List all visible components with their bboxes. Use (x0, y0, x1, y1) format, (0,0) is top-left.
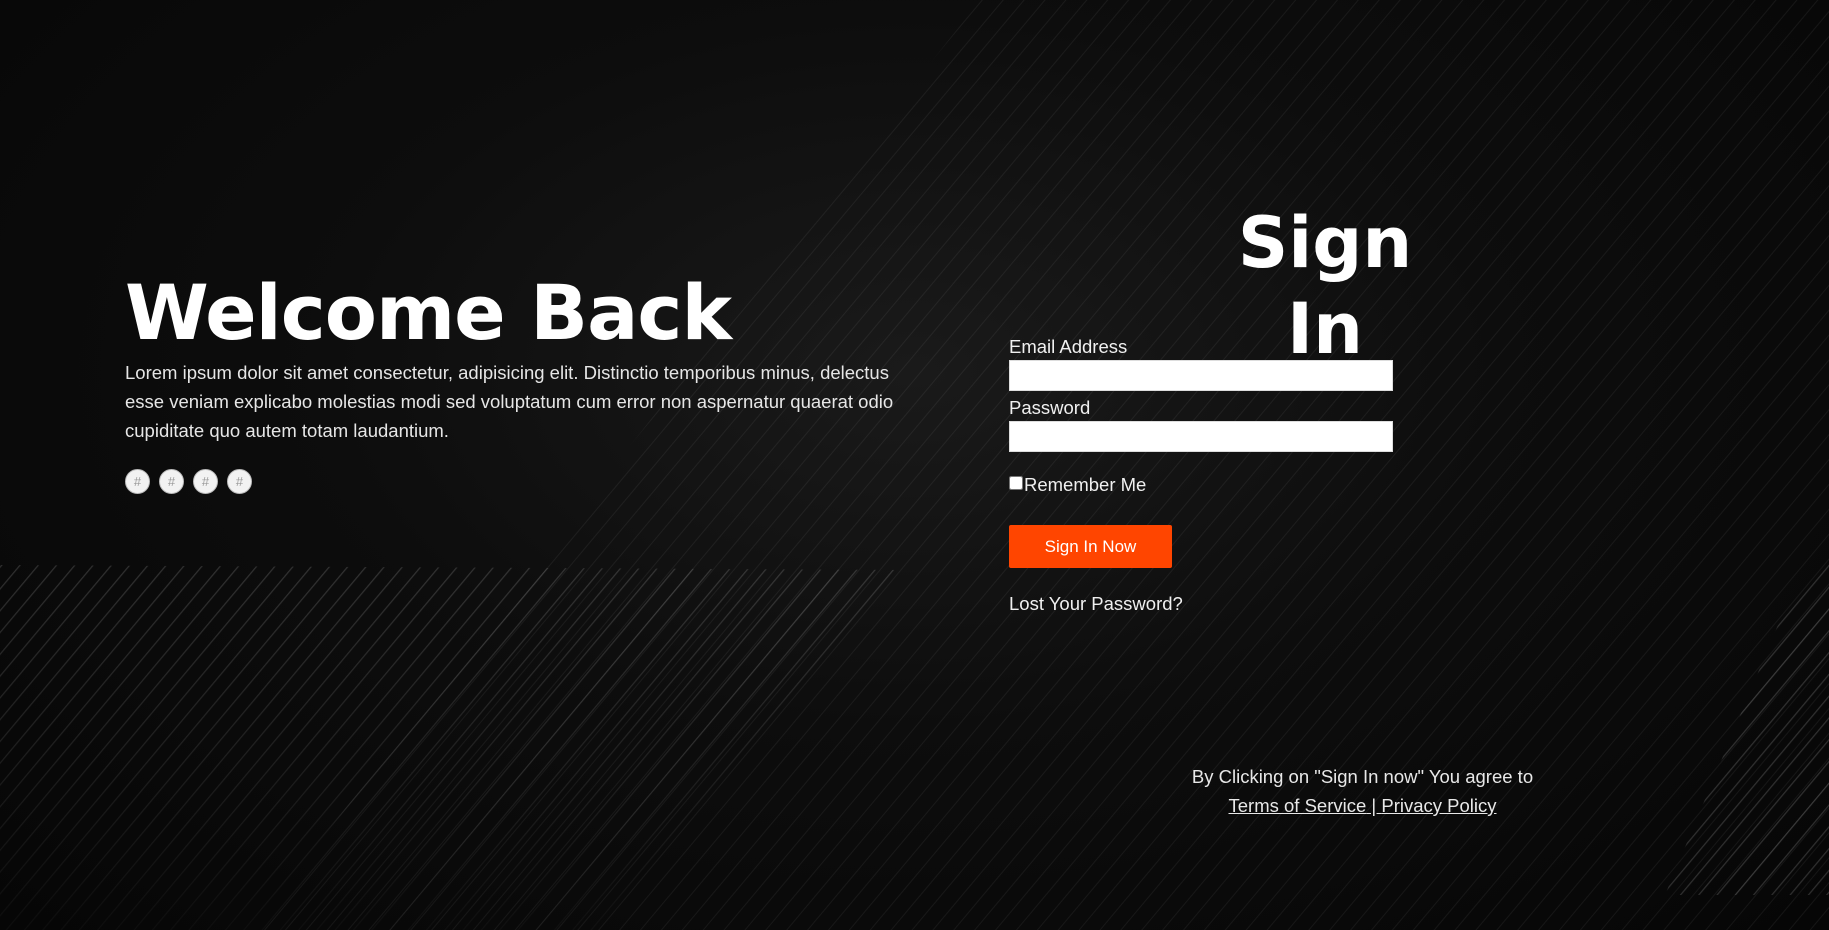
social-link-icon[interactable]: # (125, 469, 150, 494)
welcome-section: Welcome Back Lorem ipsum dolor sit amet … (125, 268, 905, 445)
legal-links: Terms of Service | Privacy Policy (1150, 791, 1575, 820)
lost-password-link[interactable]: Lost Your Password? (1009, 593, 1409, 615)
legal-text: By Clicking on "Sign In now" You agree t… (1191, 766, 1534, 787)
legal-notice: By Clicking on "Sign In now" You agree t… (1150, 762, 1575, 820)
email-label: Email Address (1009, 336, 1128, 357)
remember-me-label: Remember Me (1024, 474, 1147, 495)
signin-form: Email Address Password Remember Me Sign … (1009, 334, 1409, 615)
sign-in-button[interactable]: Sign In Now (1009, 525, 1172, 568)
stripe-band-left (0, 565, 905, 930)
welcome-description: Lorem ipsum dolor sit amet consectetur, … (125, 362, 894, 441)
remember-me-row: Remember Me (1009, 474, 1409, 496)
terms-of-service-link[interactable]: Terms of Service (1229, 795, 1367, 816)
password-field[interactable] (1009, 421, 1393, 452)
social-link-icon[interactable]: # (159, 469, 184, 494)
social-link-icon[interactable]: # (227, 469, 252, 494)
password-label: Password (1009, 397, 1091, 418)
login-page: Welcome Back Lorem ipsum dolor sit amet … (0, 0, 1829, 930)
welcome-heading: Welcome Back (125, 268, 732, 357)
social-link-icon[interactable]: # (193, 469, 218, 494)
privacy-policy-link[interactable]: Privacy Policy (1381, 795, 1496, 816)
link-separator: | (1366, 795, 1382, 816)
stripe-band-corner (1665, 560, 1829, 895)
email-field[interactable] (1009, 360, 1393, 391)
social-links: # # # # (125, 469, 252, 494)
remember-me-checkbox[interactable] (1009, 476, 1023, 490)
